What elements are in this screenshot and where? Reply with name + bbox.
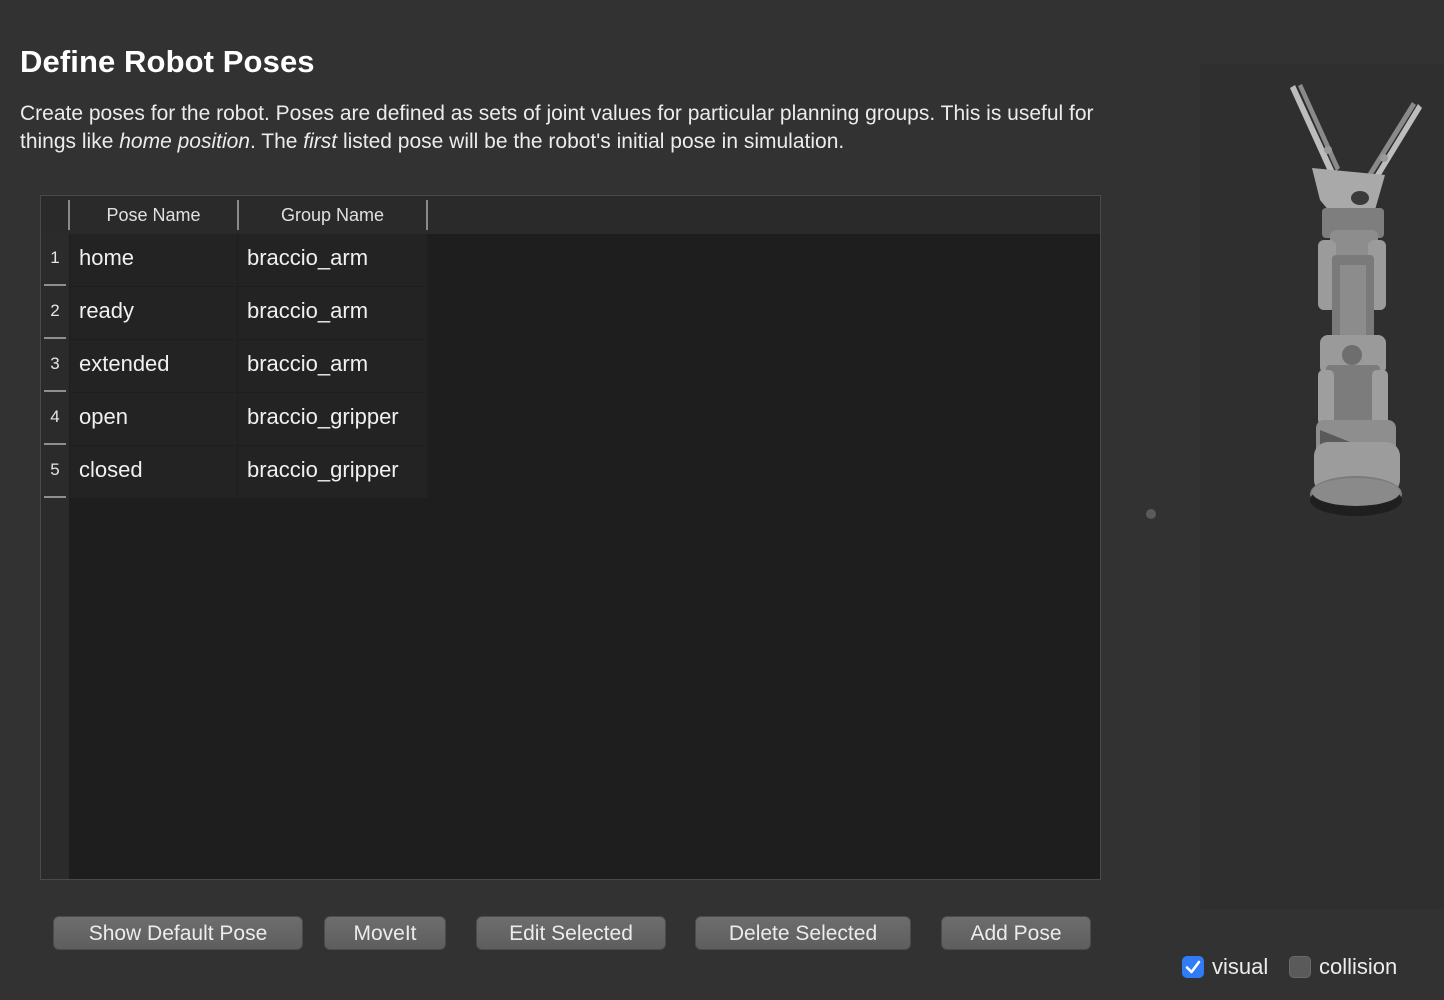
- row-separator: [44, 390, 66, 392]
- description-emphasis-home: home position: [119, 130, 250, 153]
- pose-name-cell[interactable]: extended: [70, 340, 237, 392]
- table-row[interactable]: 1 home braccio_arm: [41, 234, 441, 286]
- row-separator: [44, 337, 66, 339]
- page-description: Create poses for the robot. Poses are de…: [20, 100, 1150, 156]
- moveit-button[interactable]: MoveIt: [324, 916, 446, 950]
- row-separator: [44, 443, 66, 445]
- robot-model-icon: [1290, 84, 1422, 516]
- row-separator: [44, 496, 66, 498]
- pose-name-cell[interactable]: closed: [70, 446, 237, 498]
- poses-table[interactable]: Pose Name Group Name 1 home braccio_arm …: [40, 195, 1101, 880]
- row-number[interactable]: 3: [41, 340, 69, 392]
- table-header: Pose Name Group Name: [41, 196, 1100, 234]
- row-number[interactable]: 4: [41, 393, 69, 445]
- group-name-cell[interactable]: braccio_gripper: [238, 446, 427, 498]
- group-name-cell[interactable]: braccio_arm: [238, 287, 427, 339]
- table-row[interactable]: 3 extended braccio_arm: [41, 340, 441, 392]
- row-number[interactable]: 1: [41, 234, 69, 286]
- group-name-cell[interactable]: braccio_arm: [238, 340, 427, 392]
- pose-name-cell[interactable]: ready: [70, 287, 237, 339]
- group-name-cell[interactable]: braccio_arm: [238, 234, 427, 286]
- delete-selected-button[interactable]: Delete Selected: [695, 916, 911, 950]
- description-text-2: . The: [249, 130, 304, 153]
- table-row[interactable]: 5 closed braccio_gripper: [41, 446, 441, 498]
- column-header-pose-name[interactable]: Pose Name: [70, 196, 237, 234]
- row-number[interactable]: 2: [41, 287, 69, 339]
- pose-name-cell[interactable]: open: [70, 393, 237, 445]
- table-row[interactable]: 4 open braccio_gripper: [41, 393, 441, 445]
- visual-checkbox[interactable]: [1182, 956, 1204, 978]
- column-header-group-name[interactable]: Group Name: [239, 196, 426, 234]
- group-name-cell[interactable]: braccio_gripper: [238, 393, 427, 445]
- collision-toggle[interactable]: collision: [1289, 952, 1397, 982]
- add-pose-button[interactable]: Add Pose: [941, 916, 1091, 950]
- table-row[interactable]: 2 ready braccio_arm: [41, 287, 441, 339]
- pose-name-cell[interactable]: home: [70, 234, 237, 286]
- show-default-pose-button[interactable]: Show Default Pose: [53, 916, 303, 950]
- define-robot-poses-page: Define Robot Poses Create poses for the …: [0, 0, 1444, 1000]
- row-number[interactable]: 5: [41, 446, 69, 498]
- collision-checkbox[interactable]: [1289, 956, 1311, 978]
- header-separator[interactable]: [426, 200, 428, 230]
- description-emphasis-first: first: [303, 130, 338, 153]
- visual-label: visual: [1212, 954, 1269, 979]
- description-text-3: listed pose will be the robot's initial …: [337, 130, 845, 153]
- page-title: Define Robot Poses: [20, 44, 315, 79]
- checkmark-icon: [1185, 960, 1201, 974]
- collision-label: collision: [1319, 954, 1398, 979]
- visual-toggle[interactable]: visual: [1182, 952, 1268, 982]
- row-separator: [44, 284, 66, 286]
- edit-selected-button[interactable]: Edit Selected: [476, 916, 666, 950]
- viewer-origin-marker: [1146, 509, 1156, 519]
